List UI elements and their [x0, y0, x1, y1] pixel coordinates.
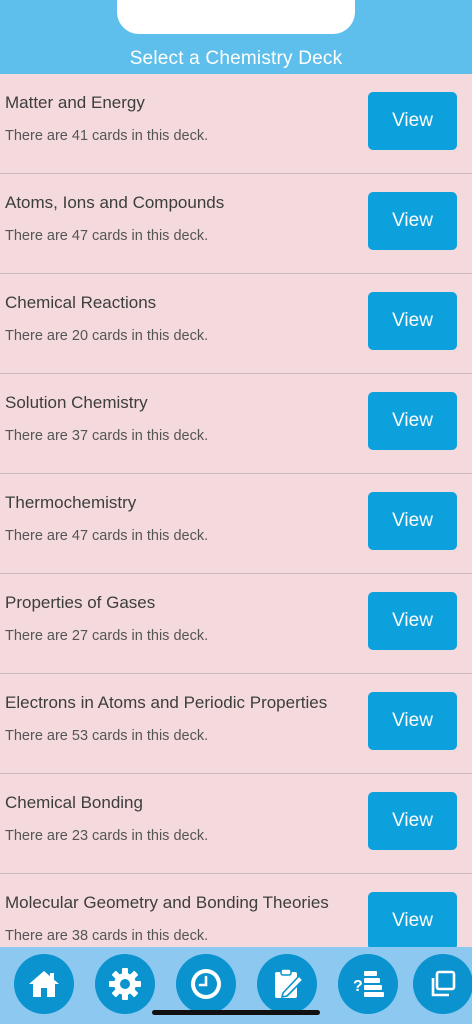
view-deck-button[interactable]: View — [368, 692, 457, 750]
view-deck-button[interactable]: View — [368, 592, 457, 650]
gear-icon — [109, 968, 141, 1000]
view-deck-button[interactable]: View — [368, 892, 457, 950]
tab-cards[interactable] — [413, 954, 472, 1014]
tab-home[interactable] — [14, 954, 74, 1014]
deck-row: Solution Chemistry There are 37 cards in… — [0, 374, 472, 474]
notepad-pencil-icon — [275, 968, 305, 999]
tab-notes[interactable] — [257, 954, 317, 1014]
deck-row: Chemical Bonding There are 23 cards in t… — [0, 774, 472, 874]
deck-title: Thermochemistry — [5, 493, 137, 512]
view-deck-button[interactable]: View — [368, 292, 457, 350]
deck-card-count: There are 37 cards in this deck. — [5, 428, 209, 444]
quiz-list-icon: ? — [353, 971, 384, 997]
view-deck-button[interactable]: View — [368, 792, 457, 850]
page-title: Select a Chemistry Deck — [129, 48, 343, 69]
deck-title: Molecular Geometry and Bonding Theories — [5, 893, 329, 912]
view-deck-button[interactable]: View — [368, 392, 457, 450]
deck-title: Chemical Bonding — [5, 793, 143, 812]
view-deck-button[interactable]: View — [368, 492, 457, 550]
deck-row: Properties of Gases There are 27 cards i… — [0, 574, 472, 674]
clock-icon — [191, 969, 221, 999]
header-bar: Select a Chemistry Deck — [0, 0, 472, 74]
view-deck-button[interactable]: View — [368, 192, 457, 250]
tab-settings[interactable] — [95, 954, 155, 1014]
view-deck-button[interactable]: View — [368, 92, 457, 150]
deck-title: Electrons in Atoms and Periodic Properti… — [5, 693, 328, 712]
deck-card-count: There are 47 cards in this deck. — [5, 228, 209, 244]
device-notch — [117, 0, 355, 34]
deck-row: Matter and Energy There are 41 cards in … — [0, 74, 472, 174]
deck-card-count: There are 53 cards in this deck. — [5, 728, 209, 744]
deck-row: Electrons in Atoms and Periodic Properti… — [0, 674, 472, 774]
tab-history[interactable] — [176, 954, 236, 1014]
deck-row: Atoms, Ions and Compounds There are 47 c… — [0, 174, 472, 274]
deck-title: Properties of Gases — [5, 593, 156, 612]
deck-card-count: There are 27 cards in this deck. — [5, 628, 209, 644]
deck-row: Thermochemistry There are 47 cards in th… — [0, 474, 472, 574]
deck-list: Matter and Energy There are 41 cards in … — [0, 74, 472, 974]
deck-row: Chemical Reactions There are 20 cards in… — [0, 274, 472, 374]
deck-title: Matter and Energy — [5, 93, 145, 112]
home-indicator — [152, 1010, 320, 1015]
deck-title: Atoms, Ions and Compounds — [5, 193, 225, 212]
deck-card-count: There are 38 cards in this deck. — [5, 928, 209, 944]
svg-text:?: ? — [353, 978, 363, 995]
home-icon — [29, 971, 59, 997]
copy-icon — [431, 970, 456, 997]
deck-card-count: There are 41 cards in this deck. — [5, 128, 209, 144]
deck-title: Solution Chemistry — [5, 393, 148, 412]
deck-card-count: There are 20 cards in this deck. — [5, 328, 209, 344]
tab-quiz[interactable]: ? — [338, 954, 398, 1014]
deck-card-count: There are 23 cards in this deck. — [5, 828, 209, 844]
deck-title: Chemical Reactions — [5, 293, 157, 312]
deck-card-count: There are 47 cards in this deck. — [5, 528, 209, 544]
